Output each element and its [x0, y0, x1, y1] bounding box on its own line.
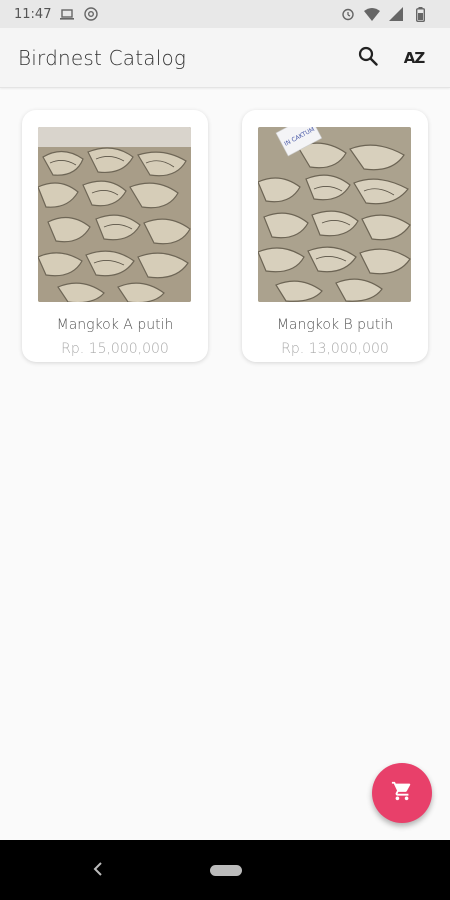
product-name: Mangkok B putih	[276, 317, 394, 333]
page-title: Birdnest Catalog	[18, 45, 187, 70]
wifi-icon	[364, 7, 380, 21]
product-image	[38, 127, 191, 302]
cart-icon	[391, 780, 413, 806]
status-bar: 11:47	[0, 0, 450, 28]
sort-az-icon: AZ	[403, 48, 425, 67]
signal-icon	[388, 7, 404, 21]
product-price: Rp. 15,000,000	[61, 341, 169, 357]
laptop-icon	[59, 7, 75, 21]
product-price: Rp. 13,000,000	[281, 341, 389, 357]
sort-az-button[interactable]: AZ	[396, 40, 432, 76]
status-time: 11:47	[14, 6, 52, 22]
app-bar: Birdnest Catalog AZ	[0, 28, 450, 88]
search-icon	[358, 46, 378, 70]
search-button[interactable]	[350, 40, 386, 76]
home-pill-button[interactable]	[210, 865, 242, 876]
cart-button[interactable]	[372, 763, 432, 823]
product-grid: Mangkok A putih Rp. 15,000,000 IN CAKTUM…	[22, 110, 428, 362]
product-name: Mangkok A putih	[56, 317, 174, 333]
battery-icon	[412, 6, 428, 22]
back-button[interactable]	[88, 860, 108, 880]
system-nav-bar	[0, 840, 450, 900]
back-icon	[93, 860, 103, 881]
alarm-icon	[340, 7, 356, 21]
product-card[interactable]: IN CAKTUM Mangkok B putih Rp. 13,000,000	[242, 110, 428, 362]
product-image: IN CAKTUM	[258, 127, 411, 302]
product-card[interactable]: Mangkok A putih Rp. 15,000,000	[22, 110, 208, 362]
at-sign-icon	[83, 7, 99, 21]
